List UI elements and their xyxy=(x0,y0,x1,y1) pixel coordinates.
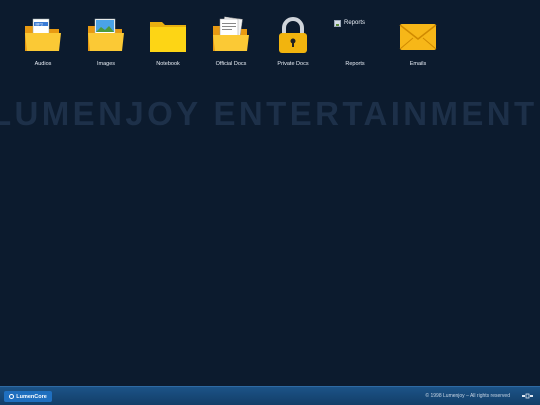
svg-text:MP3: MP3 xyxy=(36,22,43,26)
desktop-icons: MP3 Audios Images Notebook Official Docs… xyxy=(0,16,540,76)
desktop: MP3 Audios Images Notebook Official Docs… xyxy=(0,0,540,386)
start-logo-icon xyxy=(9,394,15,399)
desktop-icon-notebook[interactable]: Notebook xyxy=(136,16,200,72)
desktop-icon-emails[interactable]: Emails xyxy=(386,16,450,72)
envelope-icon xyxy=(398,16,438,56)
taskbar: LumenCore © 1998 Lumenjoy – All rights r… xyxy=(0,386,540,405)
padlock-icon xyxy=(273,16,313,56)
tray-icon[interactable] xyxy=(521,391,533,401)
folder-icon xyxy=(148,16,188,56)
copyright-text: © 1998 Lumenjoy – All rights reserved xyxy=(425,393,510,399)
images-folder-icon xyxy=(86,16,126,56)
desktop-icon-official-docs[interactable]: Official Docs xyxy=(199,16,263,72)
brand-watermark: LUMENJOY ENTERTAINMENT xyxy=(0,95,538,132)
documents-folder-icon xyxy=(211,16,251,56)
desktop-icon-audios[interactable]: MP3 Audios xyxy=(11,16,75,72)
desktop-icon-private-docs[interactable]: Private Docs xyxy=(261,16,325,72)
reports-broken-image[interactable]: Reports xyxy=(334,17,394,29)
broken-image-icon xyxy=(334,19,341,27)
desktop-icon-images[interactable]: Images xyxy=(74,16,138,72)
start-button[interactable]: LumenCore xyxy=(4,391,52,402)
audio-folder-icon: MP3 xyxy=(23,16,63,56)
